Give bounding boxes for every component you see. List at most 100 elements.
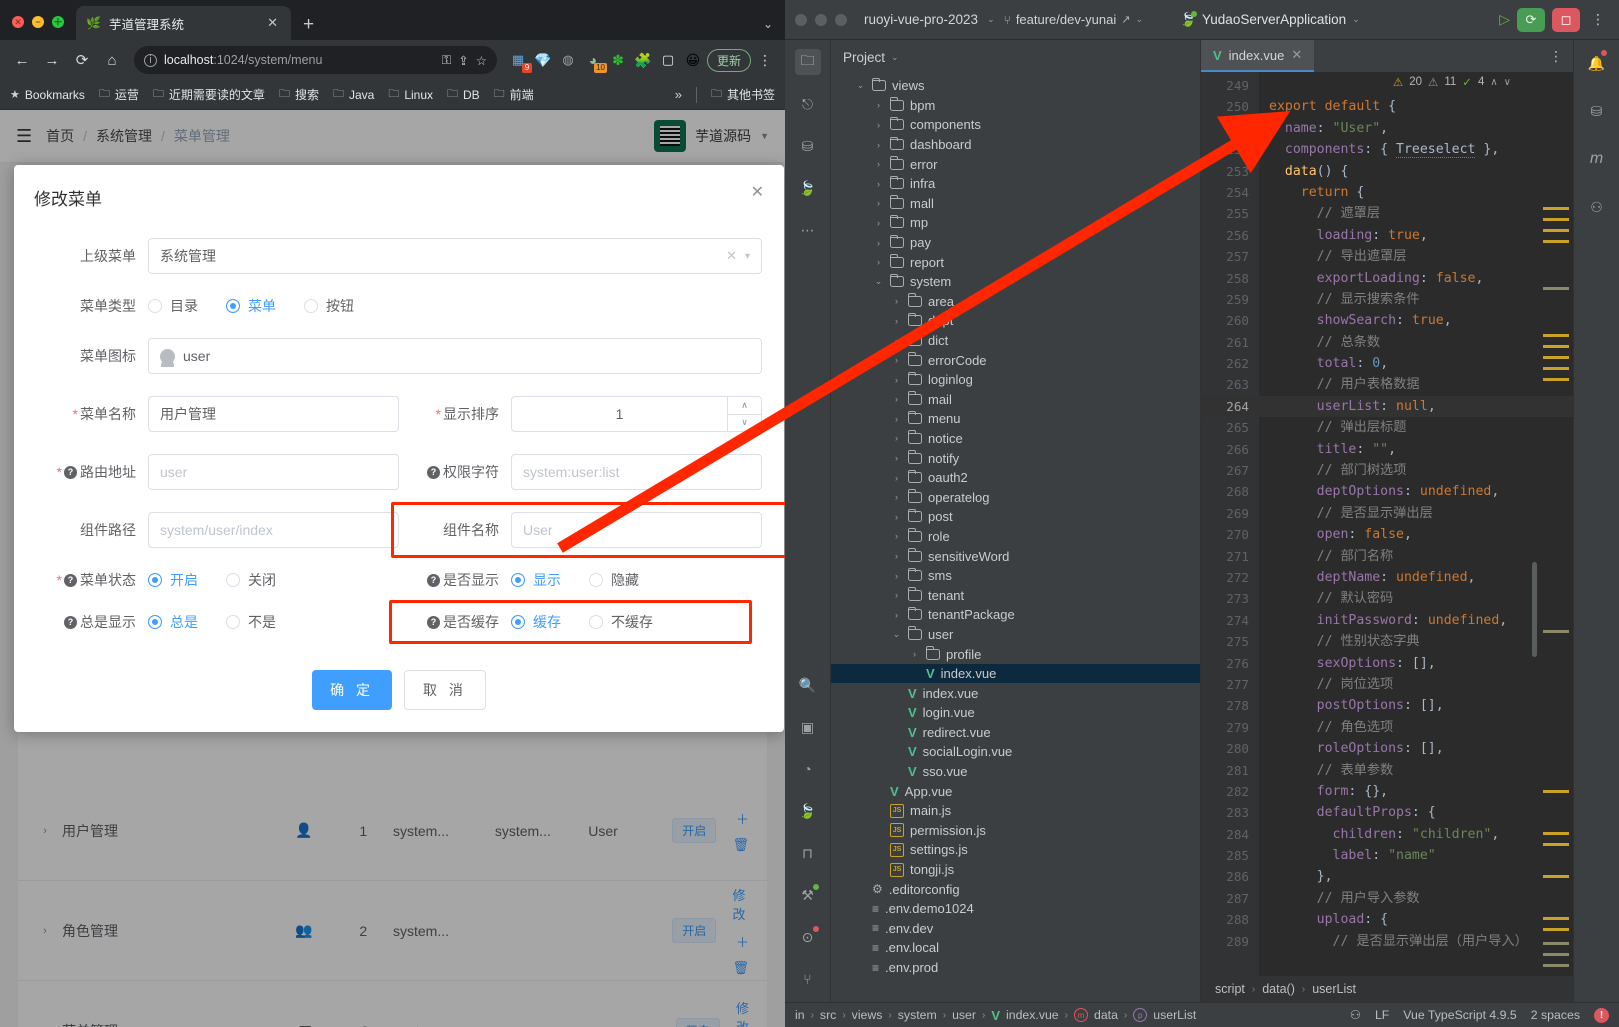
- code-line[interactable]: // 部门名称: [1259, 546, 1573, 567]
- project-tool-icon[interactable]: 🗀: [795, 49, 821, 75]
- update-button[interactable]: 更新: [707, 49, 751, 72]
- chevron-right-icon[interactable]: ›: [891, 336, 902, 346]
- share-icon[interactable]: ⇪: [458, 53, 468, 68]
- tree-node[interactable]: ›bpm: [831, 96, 1200, 116]
- stop-icon[interactable]: ◻: [1552, 8, 1580, 32]
- chevron-down-icon[interactable]: ▾: [745, 251, 750, 262]
- database-tool-icon[interactable]: ⊓: [795, 840, 821, 866]
- chevron-right-icon[interactable]: ›: [873, 238, 884, 248]
- chevron-right-icon[interactable]: ›: [891, 610, 902, 620]
- permission-input[interactable]: system:user:list: [511, 454, 762, 490]
- tree-node[interactable]: ›dept: [831, 311, 1200, 331]
- close-window-button[interactable]: ✕: [12, 16, 24, 28]
- extension-puzzle-icon[interactable]: 🧩: [634, 51, 652, 69]
- tree-node[interactable]: ›components: [831, 115, 1200, 135]
- status-crumb-4[interactable]: user: [952, 1008, 976, 1022]
- tree-node[interactable]: VsocialLogin.vue: [831, 742, 1200, 762]
- radio-always-show-yes[interactable]: 总是: [148, 612, 198, 632]
- extension-star-icon[interactable]: ✽: [609, 51, 627, 69]
- status-crumb-6[interactable]: data: [1094, 1008, 1118, 1022]
- inspection-down-icon[interactable]: ∨: [1504, 77, 1511, 88]
- tree-node[interactable]: ≡.env.prod: [831, 958, 1200, 978]
- help-icon[interactable]: ?: [427, 616, 440, 629]
- code-line[interactable]: // 表单参数: [1259, 760, 1573, 781]
- error-indicator-icon[interactable]: !: [1594, 1008, 1609, 1023]
- code-line[interactable]: export default {: [1259, 96, 1573, 117]
- stepper-up-icon[interactable]: ∧: [728, 397, 761, 415]
- inspection-widget[interactable]: ⚠ 20 ⚠ 11 ✓ 4 ∧ ∨: [1393, 75, 1511, 89]
- status-crumb-7[interactable]: userList: [1153, 1008, 1196, 1022]
- spring-tool-icon[interactable]: 🍃: [795, 175, 821, 201]
- chevron-right-icon[interactable]: ›: [891, 492, 902, 502]
- code-line[interactable]: // 显示搜索条件: [1259, 289, 1573, 310]
- address-bar[interactable]: i localhost:1024/system/menu ⚿ ⇪ ☆: [134, 46, 497, 74]
- code-line[interactable]: // 默认密码: [1259, 588, 1573, 609]
- component-name-input[interactable]: User: [511, 512, 762, 548]
- reload-button[interactable]: ⟳: [68, 46, 96, 74]
- run-configuration[interactable]: 🍃 YudaoServerApplication ⌄: [1180, 12, 1360, 28]
- radio-visible-hide[interactable]: 隐藏: [589, 570, 639, 590]
- tree-node[interactable]: ›role: [831, 527, 1200, 547]
- code-line[interactable]: userList: null,: [1259, 396, 1573, 417]
- parent-menu-select[interactable]: 系统管理 ✕ ▾: [148, 238, 762, 274]
- chevron-right-icon[interactable]: ›: [891, 531, 902, 541]
- tree-node[interactable]: ⌄system: [831, 272, 1200, 292]
- code-line[interactable]: return {: [1259, 182, 1573, 203]
- chevron-right-icon[interactable]: ›: [909, 649, 920, 659]
- bookmarks-overflow-icon[interactable]: »: [675, 87, 682, 102]
- tree-node[interactable]: Vredirect.vue: [831, 723, 1200, 743]
- chevron-right-icon[interactable]: ›: [891, 414, 902, 424]
- chevron-right-icon[interactable]: ›: [891, 296, 902, 306]
- tree-node[interactable]: JSsettings.js: [831, 840, 1200, 860]
- clear-icon[interactable]: ✕: [726, 248, 737, 264]
- code-lines[interactable]: export default { name: "User", component…: [1259, 72, 1573, 976]
- chevron-right-icon[interactable]: ›: [891, 453, 902, 463]
- cancel-button[interactable]: 取 消: [404, 670, 486, 710]
- site-info-icon[interactable]: i: [144, 54, 157, 67]
- status-crumb-2[interactable]: views: [852, 1008, 883, 1022]
- code-line[interactable]: // 岗位选项: [1259, 674, 1573, 695]
- code-line[interactable]: exportLoading: false,: [1259, 268, 1573, 289]
- ide-more-icon[interactable]: ⋮: [1587, 11, 1609, 28]
- tree-node[interactable]: Vsso.vue: [831, 762, 1200, 782]
- code-breadcrumb-data[interactable]: data(): [1262, 982, 1295, 996]
- radio-menu-type-button[interactable]: 按钮: [304, 296, 354, 316]
- tree-node[interactable]: ⌄views: [831, 76, 1200, 96]
- problems-icon[interactable]: ⊙: [795, 924, 821, 950]
- code-line[interactable]: // 弹出层标题: [1259, 417, 1573, 438]
- tree-node[interactable]: ›operatelog: [831, 487, 1200, 507]
- tree-node[interactable]: ≡.env.demo1024: [831, 899, 1200, 919]
- tree-node[interactable]: ›dashboard: [831, 135, 1200, 155]
- radio-visible-show[interactable]: 显示: [511, 570, 561, 590]
- tree-node[interactable]: ›tenant: [831, 585, 1200, 605]
- code-line[interactable]: defaultProps: {: [1259, 802, 1573, 823]
- tree-node[interactable]: Vindex.vue: [831, 683, 1200, 703]
- project-pane-header[interactable]: Project ⌄: [831, 40, 1200, 74]
- extension-sidebar-icon[interactable]: ▢: [659, 51, 677, 69]
- menu-icon-input[interactable]: user: [148, 338, 762, 374]
- code-line[interactable]: showSearch: true,: [1259, 310, 1573, 331]
- back-button[interactable]: ←: [8, 46, 36, 74]
- tree-node[interactable]: ›area: [831, 292, 1200, 312]
- indent-label[interactable]: 2 spaces: [1531, 1008, 1580, 1022]
- bookmark-item[interactable]: 🗀 搜索: [279, 85, 319, 104]
- commit-tool-icon[interactable]: ⎋: [795, 91, 821, 117]
- tab-list-chevron-icon[interactable]: ⌄: [763, 17, 773, 31]
- tree-node[interactable]: ⌄user: [831, 625, 1200, 645]
- chevron-down-icon[interactable]: ⌄: [1352, 14, 1360, 25]
- tree-node[interactable]: ›report: [831, 252, 1200, 272]
- project-name[interactable]: ruoyi-vue-pro-2023: [864, 12, 978, 27]
- chevron-down-icon[interactable]: ⌄: [1135, 14, 1143, 25]
- ai-assistant-status-icon[interactable]: ⚇: [1350, 1008, 1361, 1022]
- chevron-right-icon[interactable]: ›: [873, 140, 884, 150]
- profile-avatar-icon[interactable]: 😀: [684, 51, 702, 69]
- chevron-right-icon[interactable]: ›: [891, 473, 902, 483]
- chevron-right-icon[interactable]: ›: [873, 159, 884, 169]
- extension-gem-icon[interactable]: 💎: [534, 51, 552, 69]
- stepper-down-icon[interactable]: ∨: [728, 415, 761, 432]
- tree-node[interactable]: Vindex.vue: [831, 664, 1200, 684]
- chevron-right-icon[interactable]: ›: [873, 120, 884, 130]
- status-crumb-1[interactable]: src: [820, 1008, 836, 1022]
- chevron-right-icon[interactable]: ›: [873, 257, 884, 267]
- tree-node[interactable]: ›mail: [831, 390, 1200, 410]
